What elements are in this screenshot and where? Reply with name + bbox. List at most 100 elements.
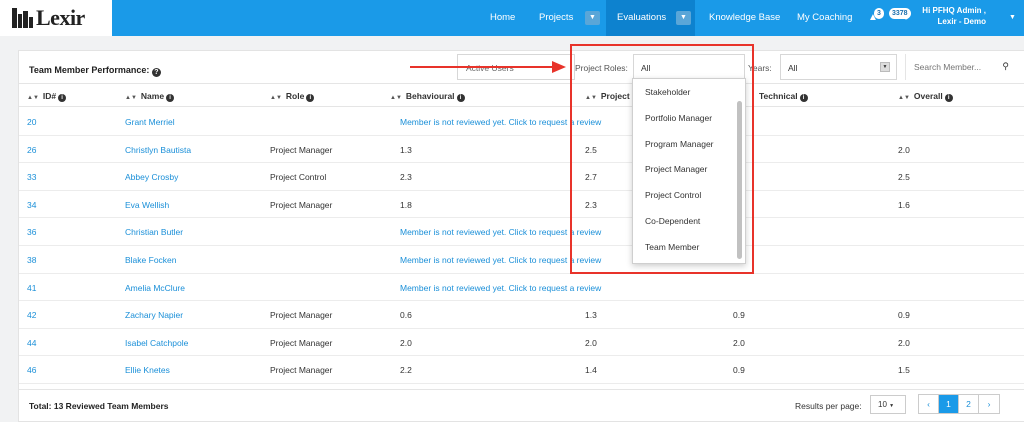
table-row[interactable]: 42 Zachary Napier Project Manager 0.6 1.3 0.9… <box>19 301 1024 329</box>
cell-id[interactable]: 34 <box>27 200 36 210</box>
table-row[interactable]: 44 Isabel Catchpole Project Manager 2.0 2.0 2… <box>19 329 1024 357</box>
panel-title-text: Team Member Performance: <box>29 65 150 75</box>
cell-id[interactable]: 44 <box>27 338 36 348</box>
cell-behavioural: 1.8 <box>400 199 412 210</box>
user-greeting: Hi PFHQ Admin , <box>922 6 986 15</box>
sort-icon: ▲▼ <box>898 95 910 101</box>
rpp-label: Results per page: <box>795 401 862 411</box>
dropdown-option[interactable]: Stakeholder <box>645 87 690 97</box>
page-1-button[interactable]: 1 <box>939 395 959 413</box>
dropdown-scrollbar[interactable] <box>737 101 742 259</box>
years-select[interactable]: All ▼ <box>780 54 897 80</box>
cell-overall: 0.9 <box>898 310 910 321</box>
request-review-link[interactable]: Member is not reviewed yet. Click to req… <box>400 283 601 293</box>
cell-name[interactable]: Ellie Knetes <box>125 365 170 375</box>
cell-name[interactable]: Isabel Catchpole <box>125 338 188 348</box>
table-row[interactable]: 26 Christlyn Bautista Project Manager 1.3 2.… <box>19 136 1024 164</box>
info-icon: i <box>306 94 315 102</box>
dropdown-option[interactable]: Program Manager <box>645 139 714 149</box>
logo[interactable]: Lexir <box>0 0 112 36</box>
search-box[interactable]: ⚲ <box>905 54 1011 80</box>
cell-name[interactable]: Amelia McClure <box>125 283 185 293</box>
nav-my-coaching[interactable]: My Coaching <box>797 0 852 36</box>
user-chevron-down-icon[interactable]: ▼ <box>1005 11 1020 25</box>
col-role-label: Role <box>285 91 305 101</box>
cell-role: Project Manager <box>270 337 333 348</box>
sort-icon: ▲▼ <box>390 95 402 101</box>
col-id[interactable]: ▲▼ ID# i <box>27 91 67 102</box>
cell-id[interactable]: 33 <box>27 172 36 182</box>
table-row[interactable]: 34 Eva Wellish Project Manager 1.8 2.3 1.6 <box>19 191 1024 219</box>
dropdown-option[interactable]: Project Control <box>645 190 701 200</box>
cell-behavioural: 0.6 <box>400 310 412 321</box>
cell-name[interactable]: Zachary Napier <box>125 310 183 320</box>
chevron-down-icon: ▼ <box>889 403 895 409</box>
info-icon: i <box>799 94 808 102</box>
cell-name[interactable]: Grant Merriel <box>125 117 175 127</box>
rpp-select[interactable]: 10 ▼ <box>870 395 906 414</box>
table-row[interactable]: 41 Amelia McClure Member is not reviewed y… <box>19 274 1024 302</box>
user-menu[interactable]: Hi PFHQ Admin , Lexir - Demo <box>922 5 986 27</box>
cell-role: Project Control <box>270 172 327 183</box>
pagination: ‹ 1 2 › <box>918 394 1000 414</box>
total-count: Total: 13 Reviewed Team Members <box>29 401 169 411</box>
cell-id[interactable]: 42 <box>27 310 36 320</box>
cell-overall: 1.5 <box>898 365 910 376</box>
nav-knowledge-base[interactable]: Knowledge Base <box>709 0 780 36</box>
evaluations-chevron-down-icon[interactable]: ▼ <box>676 11 691 25</box>
cell-name[interactable]: Christlyn Bautista <box>125 145 191 155</box>
col-behavioural[interactable]: ▲▼ Behavioural i <box>390 91 465 102</box>
project-roles-dropdown: Stakeholder Portfolio Manager Program Mana… <box>632 78 746 264</box>
sort-icon: ▲▼ <box>27 95 39 101</box>
cell-id[interactable]: 41 <box>27 283 36 293</box>
cell-id[interactable]: 26 <box>27 145 36 155</box>
cell-id[interactable]: 36 <box>27 227 36 237</box>
cell-role: Project Manager <box>270 199 333 210</box>
years-value: All <box>788 63 798 73</box>
projects-chevron-down-icon[interactable]: ▼ <box>585 11 600 25</box>
cell-name[interactable]: Abbey Crosby <box>125 172 178 182</box>
years-chevron-down-icon[interactable]: ▼ <box>880 62 890 72</box>
cell-overall: 2.5 <box>898 172 910 183</box>
dropdown-option[interactable]: Team Member <box>645 242 699 252</box>
col-role[interactable]: ▲▼ Role i <box>270 91 315 102</box>
page-2-button[interactable]: 2 <box>959 395 979 413</box>
table-row[interactable]: 20 Grant Merriel Member is not reviewed ye… <box>19 108 1024 136</box>
prev-page-button[interactable]: ‹ <box>919 395 939 413</box>
next-page-button[interactable]: › <box>979 395 999 413</box>
nav-evaluations[interactable]: Evaluations <box>617 0 666 36</box>
table-row[interactable]: 38 Blake Focken Member is not reviewed yet… <box>19 246 1024 274</box>
dropdown-option[interactable]: Project Manager <box>645 164 707 174</box>
cell-behavioural: 2.0 <box>400 337 412 348</box>
cell-name[interactable]: Christian Butler <box>125 227 183 237</box>
dropdown-option[interactable]: Co-Dependent <box>645 216 700 226</box>
col-name[interactable]: ▲▼ Name i <box>125 91 175 102</box>
cell-overall: 2.0 <box>898 337 910 348</box>
cell-id[interactable]: 38 <box>27 255 36 265</box>
col-overall[interactable]: ▲▼ Overall i <box>898 91 953 102</box>
col-technical-label: Technical <box>759 91 798 101</box>
nav-home[interactable]: Home <box>490 0 515 36</box>
nav-projects[interactable]: Projects <box>539 0 573 36</box>
cell-name[interactable]: Blake Focken <box>125 255 177 265</box>
dropdown-option[interactable]: Portfolio Manager <box>645 113 712 123</box>
sort-icon: ▲▼ <box>270 95 282 101</box>
cell-role: Project Manager <box>270 365 333 376</box>
cell-project: 1.3 <box>585 310 597 321</box>
help-icon[interactable]: ? <box>151 68 161 77</box>
info-icon: i <box>58 94 67 102</box>
table-header: ▲▼ ID# i ▲▼ Name i ▲▼ Role i ▲▼ Behavioural i ▲▼… <box>19 83 1024 107</box>
col-overall-label: Overall <box>913 91 943 101</box>
cell-id[interactable]: 20 <box>27 117 36 127</box>
table-row[interactable]: 33 Abbey Crosby Project Control 2.3 2.7 2.5 <box>19 163 1024 191</box>
search-icon[interactable]: ⚲ <box>1002 61 1009 72</box>
table-row[interactable]: 36 Christian Butler Member is not reviewed… <box>19 218 1024 246</box>
col-behavioural-label: Behavioural <box>405 91 455 101</box>
cell-name[interactable]: Eva Wellish <box>125 200 169 210</box>
col-technical[interactable]: Technical i <box>759 91 808 102</box>
annotation-arrow-head <box>552 61 566 73</box>
cell-id[interactable]: 46 <box>27 365 36 375</box>
table-row[interactable]: 46 Ellie Knetes Project Manager 2.2 1.4 0.9 1.… <box>19 356 1024 384</box>
chat-icon[interactable]: ● <box>903 12 909 23</box>
search-input[interactable] <box>914 60 994 74</box>
